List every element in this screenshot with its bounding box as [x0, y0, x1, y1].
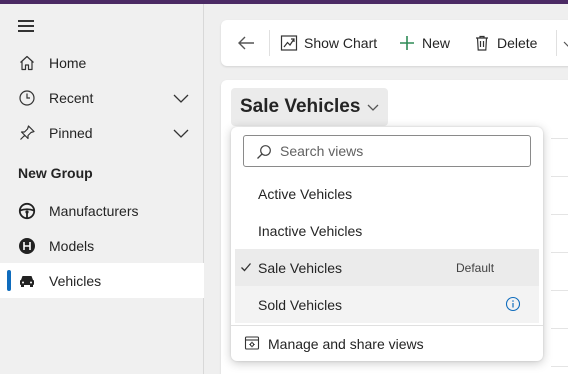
view-option-label: Inactive Vehicles [258, 222, 363, 239]
sidebar-item-label: Home [49, 54, 87, 71]
chart-icon [280, 35, 298, 51]
chevron-down-icon[interactable] [563, 39, 568, 49]
pin-icon [17, 123, 37, 143]
new-button[interactable]: New [398, 20, 450, 66]
sidebar-item-label: Recent [49, 89, 94, 106]
show-chart-button[interactable]: Show Chart [280, 20, 377, 66]
new-label: New [422, 35, 451, 51]
sidebar-item-models[interactable]: Models [0, 228, 204, 263]
delete-button[interactable]: Delete [473, 20, 537, 66]
sidebar-item-label: Pinned [49, 124, 93, 141]
clock-icon [17, 88, 37, 108]
view-option-label: Sale Vehicles [258, 259, 343, 276]
command-bar: Show Chart New Delete [221, 20, 568, 66]
gear-shift-icon [17, 236, 37, 256]
view-selector[interactable]: Sale Vehicles [231, 88, 389, 126]
view-option-sale-vehicles[interactable]: Sale Vehicles Default [235, 249, 539, 286]
view-option-sold-vehicles[interactable]: Sold Vehicles [235, 286, 539, 323]
car-icon [17, 271, 37, 291]
selected-indicator [7, 270, 11, 291]
checkmark-icon [241, 263, 251, 272]
search-icon [257, 145, 271, 159]
view-option-inactive-vehicles[interactable]: Inactive Vehicles [235, 212, 539, 249]
delete-label: Delete [497, 35, 538, 51]
nav-group-title: New Group [18, 165, 93, 181]
chevron-down-icon[interactable] [172, 124, 190, 142]
info-icon[interactable] [505, 296, 521, 312]
sidebar-item-label: Vehicles [49, 272, 102, 289]
show-chart-label: Show Chart [304, 35, 378, 51]
search-views-input[interactable] [280, 141, 520, 161]
trash-icon [476, 35, 488, 51]
sidebar-item-home[interactable]: Home [0, 45, 204, 80]
sidebar-item-vehicles[interactable]: Vehicles [0, 263, 204, 298]
manage-share-views-button[interactable]: Manage and share views [231, 326, 543, 361]
view-option-label: Active Vehicles [258, 185, 353, 202]
hamburger-menu-icon[interactable] [18, 20, 34, 32]
view-selector-label: Sale Vehicles [240, 96, 361, 117]
toolbar-divider [556, 30, 557, 56]
settings-window-icon [244, 336, 260, 350]
view-dropdown: Active Vehicles Inactive Vehicles Sale V… [231, 127, 543, 361]
manage-share-views-label: Manage and share views [268, 335, 424, 352]
sidebar-item-manufacturers[interactable]: Manufacturers [0, 193, 204, 228]
sidebar-item-label: Manufacturers [49, 202, 139, 219]
view-option-label: Sold Vehicles [258, 296, 343, 313]
toolbar-divider [269, 30, 270, 56]
home-icon [17, 53, 37, 73]
search-views-field[interactable] [243, 135, 531, 167]
view-option-active-vehicles[interactable]: Active Vehicles [235, 175, 539, 212]
sidebar: Home Recent Pinned New Group Manufacture… [0, 4, 204, 374]
steering-wheel-icon [17, 201, 37, 221]
sidebar-item-label: Models [49, 237, 95, 254]
plus-icon [400, 36, 414, 50]
sidebar-item-recent[interactable]: Recent [0, 80, 204, 115]
chevron-down-icon[interactable] [172, 89, 190, 107]
back-arrow-icon[interactable] [235, 32, 257, 54]
sidebar-item-pinned[interactable]: Pinned [0, 115, 204, 150]
chevron-down-icon [367, 104, 379, 111]
default-tag: Default [456, 260, 495, 275]
